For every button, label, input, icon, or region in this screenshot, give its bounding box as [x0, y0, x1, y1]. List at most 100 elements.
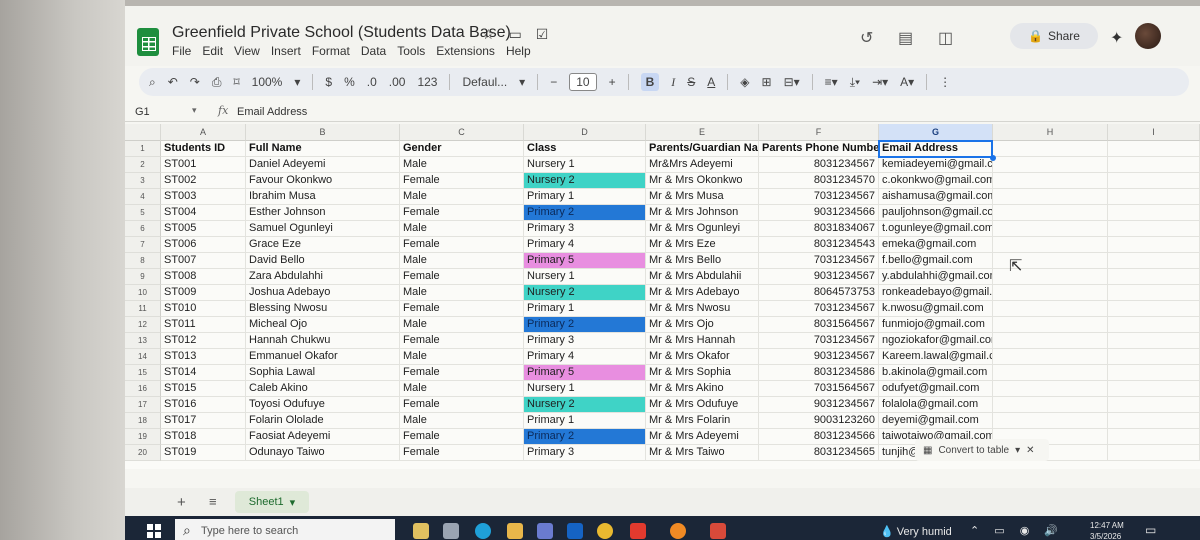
convert-to-table-chip[interactable]: ▦ Convert to table ▾ ✕ [915, 439, 1049, 461]
edge-icon[interactable] [475, 523, 491, 539]
cell-class[interactable]: Primary 3 [524, 333, 646, 349]
text-color-button[interactable]: A [707, 75, 715, 89]
bold-button[interactable]: B [640, 73, 660, 91]
row-header[interactable]: 19 [125, 429, 161, 445]
row-header[interactable]: 14 [125, 349, 161, 365]
cell-class[interactable]: Primary 1 [524, 301, 646, 317]
cell-class[interactable]: Nursery 1 [524, 157, 646, 173]
cell-full-name[interactable]: Sophia Lawal [246, 365, 400, 381]
gemini-icon[interactable]: ✦ [1110, 28, 1123, 48]
cell-class[interactable]: Nursery 1 [524, 269, 646, 285]
row-header[interactable]: 11 [125, 301, 161, 317]
header-cell-class[interactable]: Class [524, 141, 646, 157]
increase-decimal-button[interactable]: .00 [389, 75, 406, 89]
cell-full-name[interactable]: Esther Johnson [246, 205, 400, 221]
cell-student-id[interactable]: ST004 [161, 205, 246, 221]
cell-email[interactable]: Kareem.lawal@gmail.com [879, 349, 993, 365]
cell-class[interactable]: Nursery 2 [524, 285, 646, 301]
cell-email[interactable]: pauljohnson@gmail.com [879, 205, 993, 221]
column-header-d[interactable]: D [524, 124, 646, 141]
cell-full-name[interactable]: Faosiat Adeyemi [246, 429, 400, 445]
cell-parent-name[interactable]: Mr & Mrs Bello [646, 253, 759, 269]
cell-email[interactable]: aishamusa@gmail.com [879, 189, 993, 205]
table-cell[interactable] [993, 333, 1108, 349]
cell-class[interactable]: Primary 1 [524, 413, 646, 429]
table-cell[interactable] [1108, 445, 1200, 461]
cell-parent-phone[interactable]: 9031234566 [759, 205, 879, 221]
sheets-logo-icon[interactable] [137, 28, 159, 56]
vertical-align-icon[interactable]: ⤓▾ [850, 75, 860, 90]
cloud-status-icon[interactable]: ☑ [536, 26, 549, 43]
cell-parent-phone[interactable]: 8031234586 [759, 365, 879, 381]
cell-parent-phone[interactable]: 8031234543 [759, 237, 879, 253]
cell-email[interactable]: kemiadeyemi@gmail.com [879, 157, 993, 173]
table-cell[interactable] [1108, 413, 1200, 429]
taskbar-search-input[interactable]: Type here to search [175, 519, 395, 540]
row-header[interactable]: 13 [125, 333, 161, 349]
cell-full-name[interactable]: Blessing Nwosu [246, 301, 400, 317]
cell-gender[interactable]: Male [400, 189, 524, 205]
column-header-g[interactable]: G [879, 124, 993, 141]
header-cell-parent-name[interactable]: Parents/Guardian Name [646, 141, 759, 157]
table-cell[interactable] [993, 285, 1108, 301]
cell-class[interactable]: Primary 4 [524, 237, 646, 253]
row-header[interactable]: 6 [125, 221, 161, 237]
file-explorer-icon[interactable] [507, 523, 523, 539]
cell-email[interactable]: c.okonkwo@gmail.com [879, 173, 993, 189]
menu-insert[interactable]: Insert [271, 44, 301, 58]
cell-gender[interactable]: Male [400, 349, 524, 365]
menu-edit[interactable]: Edit [202, 44, 223, 58]
italic-button[interactable]: I [671, 75, 675, 90]
horizontal-align-icon[interactable]: ≡▾ [825, 75, 838, 89]
cell-full-name[interactable]: Folarin Ololade [246, 413, 400, 429]
row-header[interactable]: 3 [125, 173, 161, 189]
row-header[interactable]: 17 [125, 397, 161, 413]
table-cell[interactable] [993, 413, 1108, 429]
cell-parent-phone[interactable]: 7031234567 [759, 301, 879, 317]
spreadsheet-grid[interactable]: ABCDEFGHIJ1Students IDFull NameGenderCla… [125, 124, 1200, 469]
cell-class[interactable]: Primary 3 [524, 221, 646, 237]
row-header[interactable]: 12 [125, 317, 161, 333]
cell-gender[interactable]: Female [400, 445, 524, 461]
cell-full-name[interactable]: Odunayo Taiwo [246, 445, 400, 461]
cell-email[interactable]: deyemi@gmail.com [879, 413, 993, 429]
chevron-down-icon[interactable]: ▾ [294, 75, 300, 89]
table-cell[interactable] [993, 317, 1108, 333]
table-cell[interactable] [993, 221, 1108, 237]
table-cell[interactable] [1108, 381, 1200, 397]
cell-parent-name[interactable]: Mr & Mrs Ogunleyi [646, 221, 759, 237]
cell-gender[interactable]: Female [400, 397, 524, 413]
table-cell[interactable] [1108, 397, 1200, 413]
cell-student-id[interactable]: ST011 [161, 317, 246, 333]
cell-parent-name[interactable]: Mr & Mrs Folarin [646, 413, 759, 429]
cell-class[interactable]: Primary 4 [524, 349, 646, 365]
header-cell-gender[interactable]: Gender [400, 141, 524, 157]
table-cell[interactable] [993, 349, 1108, 365]
table-cell[interactable] [993, 205, 1108, 221]
column-header-b[interactable]: B [246, 124, 400, 141]
redo-icon[interactable]: ↷ [190, 75, 200, 89]
cell-full-name[interactable]: Caleb Akino [246, 381, 400, 397]
row-header[interactable]: 4 [125, 189, 161, 205]
cell-class[interactable]: Primary 2 [524, 317, 646, 333]
cell-student-id[interactable]: ST019 [161, 445, 246, 461]
cell-student-id[interactable]: ST014 [161, 365, 246, 381]
cell-email[interactable]: b.akinola@gmail.com [879, 365, 993, 381]
table-cell[interactable] [993, 237, 1108, 253]
print-icon[interactable]: ⎙ [212, 75, 222, 90]
cell-parent-phone[interactable]: 9003123260 [759, 413, 879, 429]
cell-gender[interactable]: Female [400, 365, 524, 381]
cell-full-name[interactable]: David Bello [246, 253, 400, 269]
chevron-down-icon[interactable]: ▾ [290, 496, 296, 509]
table-cell[interactable] [1108, 157, 1200, 173]
table-cell[interactable] [1108, 269, 1200, 285]
task-view-icon[interactable] [443, 523, 459, 539]
cell-parent-name[interactable]: Mr & Mrs Sophia [646, 365, 759, 381]
cell-class[interactable]: Nursery 2 [524, 397, 646, 413]
cell-parent-phone[interactable]: 7031234567 [759, 189, 879, 205]
cell-parent-name[interactable]: Mr&Mrs Adeyemi [646, 157, 759, 173]
menu-tools[interactable]: Tools [397, 44, 425, 58]
cell-gender[interactable]: Female [400, 205, 524, 221]
cell-student-id[interactable]: ST006 [161, 237, 246, 253]
cell-full-name[interactable]: Emmanuel Okafor [246, 349, 400, 365]
